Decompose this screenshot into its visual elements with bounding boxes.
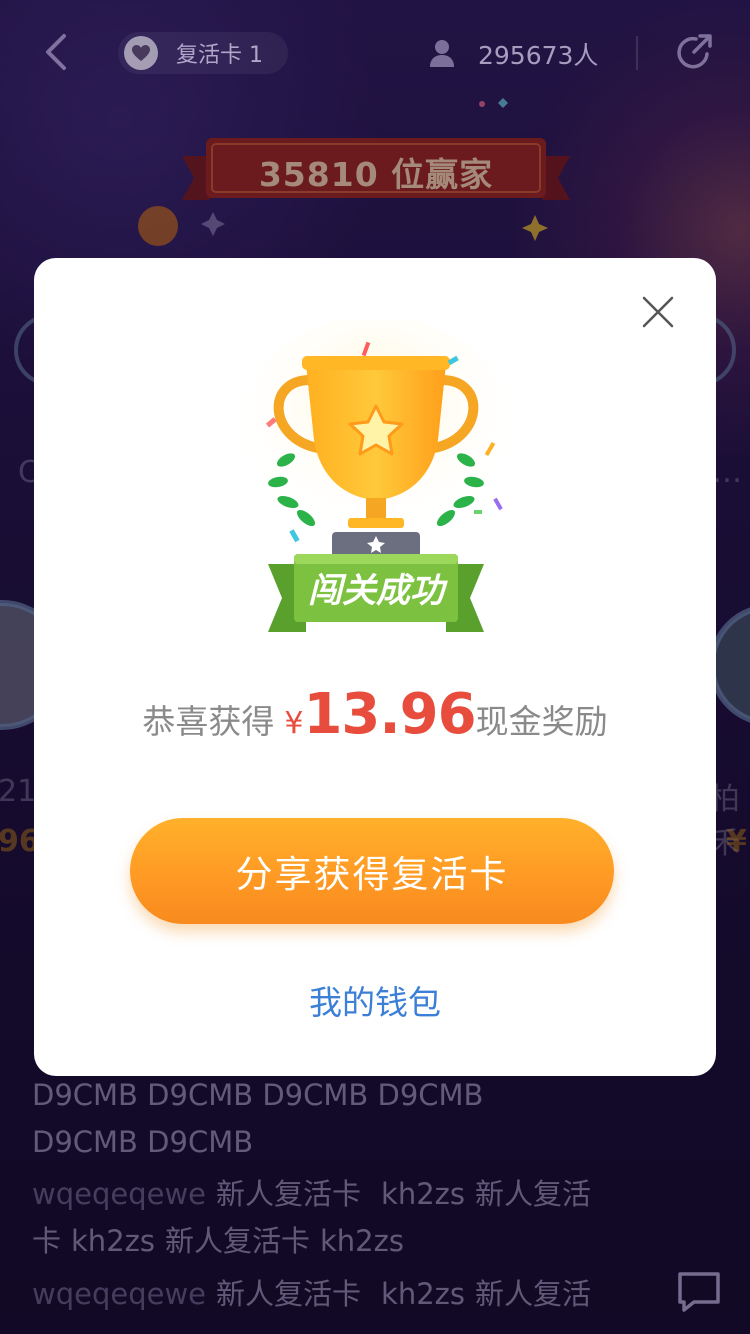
revive-card-pill[interactable]: 复活卡 1: [118, 32, 288, 74]
currency-symbol: ¥: [284, 706, 304, 741]
top-bar: 复活卡 1 295673人: [0, 0, 750, 110]
reward-prefix: 恭喜获得: [142, 702, 275, 741]
share-for-revive-card-button[interactable]: 分享获得复活卡: [130, 818, 614, 924]
trophy-ribbon-text: 闯关成功: [308, 571, 448, 611]
reward-amount: 13.96: [303, 682, 476, 747]
comment-line: wqeqeqewe 新人复活卡 kh2zs 新人复活: [32, 1177, 592, 1211]
revive-card-count: 复活卡 1: [176, 43, 263, 68]
viewer-count: 295673人: [478, 41, 599, 70]
reward-modal: 闯关成功 恭喜获得 ¥13.96现金奖励 分享获得复活卡 我的钱包: [34, 258, 716, 1076]
divider: [636, 36, 638, 70]
trophy-icon: 闯关成功: [236, 320, 516, 632]
comment-line: D9CMB D9CMB: [32, 1125, 254, 1159]
close-icon[interactable]: [640, 294, 676, 330]
reward-text: 恭喜获得 ¥13.96现金奖励: [34, 682, 716, 747]
comment-line: wqeqeqewe 新人复活卡 kh2zs 新人复活: [32, 1277, 592, 1311]
back-icon[interactable]: [36, 30, 76, 74]
reward-suffix: 现金奖励: [475, 702, 608, 741]
comment-line: 卡 kh2zs 新人复活卡 kh2zs: [32, 1224, 404, 1258]
comment-line: D9CMB D9CMB D9CMB D9CMB: [32, 1078, 484, 1112]
winners-count: 35810 位赢家: [258, 155, 494, 194]
share-icon[interactable]: [672, 30, 716, 74]
heart-icon: [124, 36, 158, 70]
comment-icon[interactable]: [676, 1270, 722, 1314]
user-icon: [430, 40, 454, 67]
my-wallet-link[interactable]: 我的钱包: [34, 976, 716, 1024]
comment-feed: D9CMB D9CMB D9CMB D9CMB D9CMB D9CMB wqeq…: [32, 1072, 652, 1318]
